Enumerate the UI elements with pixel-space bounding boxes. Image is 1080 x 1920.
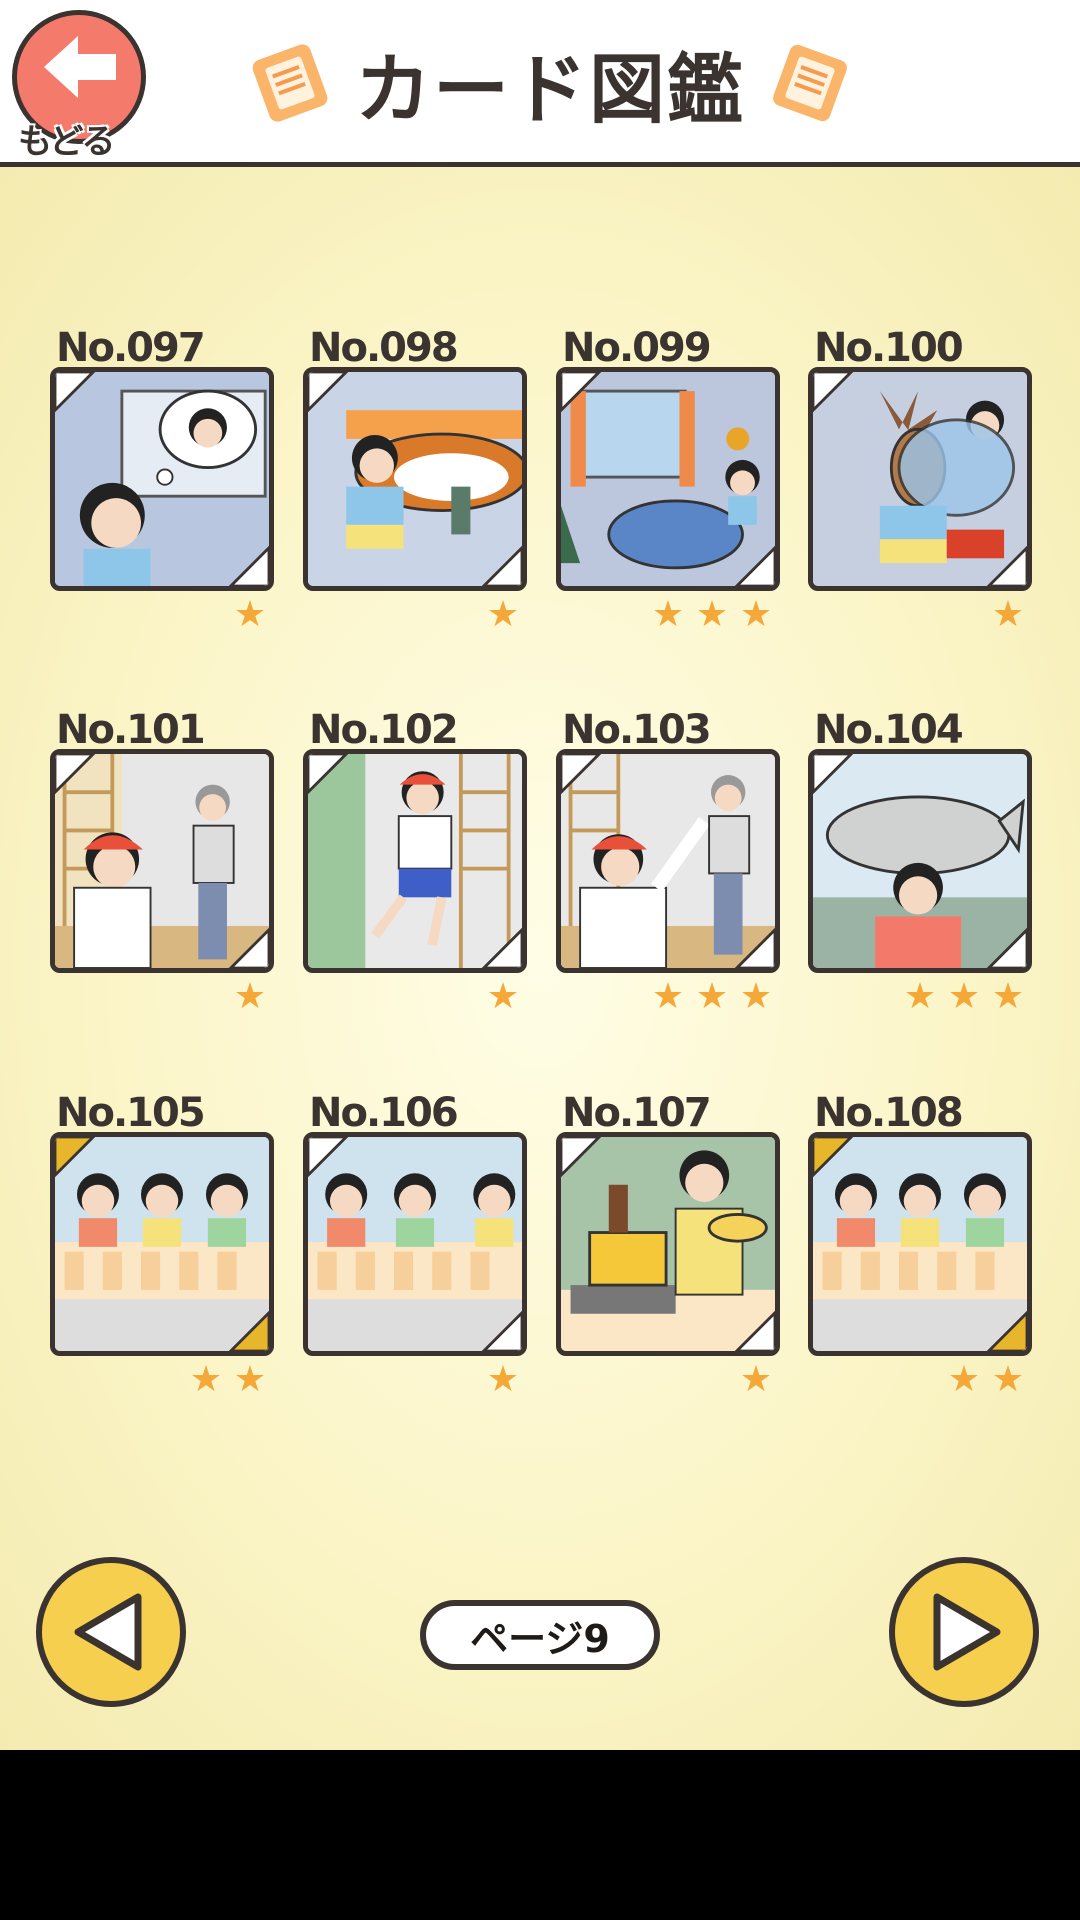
card-number: No.099	[562, 325, 712, 371]
card-number: No.104	[814, 707, 964, 753]
star-icon: ★	[739, 594, 773, 635]
star-icon: ★	[947, 1359, 981, 1400]
card-icon	[773, 44, 847, 122]
card-illustration	[55, 372, 269, 586]
star-icon: ★	[947, 976, 981, 1017]
star-icon: ★	[189, 1359, 223, 1400]
card-number: No.102	[309, 707, 459, 753]
card-number: No.101	[56, 707, 206, 753]
card-thumbnail[interactable]	[303, 749, 527, 973]
star-icon: ★	[903, 976, 937, 1017]
star-rating: ★	[990, 597, 1026, 633]
card-thumbnail[interactable]	[50, 749, 274, 973]
star-icon: ★	[233, 976, 267, 1017]
star-icon: ★	[233, 594, 267, 635]
card-number: No.103	[562, 707, 712, 753]
system-nav-bar	[0, 1750, 1080, 1920]
star-icon: ★	[651, 976, 685, 1017]
page-title: カード図鑑	[355, 45, 745, 134]
star-rating: ★ ★ ★	[650, 979, 774, 1015]
card-thumbnail[interactable]	[808, 1132, 1032, 1356]
star-rating: ★	[485, 1362, 521, 1398]
card-thumbnail[interactable]	[556, 1132, 780, 1356]
card-illustration	[55, 754, 269, 968]
page-title-group: カード図鑑	[240, 28, 860, 138]
star-icon: ★	[739, 1359, 773, 1400]
header-bar: もどる カード図鑑	[0, 0, 1080, 167]
card-number: No.098	[309, 325, 459, 371]
card-icon	[252, 44, 328, 122]
page-indicator: ページ9	[420, 1600, 660, 1670]
card-illustration	[55, 1137, 269, 1351]
star-rating: ★	[485, 597, 521, 633]
triangle-left-icon	[74, 1593, 142, 1671]
star-rating: ★ ★	[188, 1362, 268, 1398]
card-thumbnail[interactable]	[808, 367, 1032, 591]
star-rating: ★ ★ ★	[902, 979, 1026, 1015]
card-illustration	[308, 754, 522, 968]
card-illustration	[561, 1137, 775, 1351]
card-illustration	[813, 1137, 1027, 1351]
star-icon: ★	[991, 976, 1025, 1017]
star-rating: ★	[738, 1362, 774, 1398]
card-illustration	[308, 1137, 522, 1351]
star-icon: ★	[651, 594, 685, 635]
back-button[interactable]: もどる	[12, 10, 154, 163]
arrow-left-icon	[44, 36, 116, 98]
card-illustration	[813, 754, 1027, 968]
card-thumbnail[interactable]	[556, 367, 780, 591]
star-rating: ★ ★	[946, 1362, 1026, 1398]
card-number: No.105	[56, 1090, 206, 1136]
star-rating: ★	[232, 597, 268, 633]
star-rating: ★	[232, 979, 268, 1015]
star-rating: ★ ★ ★	[650, 597, 774, 633]
back-label: もどる	[17, 121, 116, 163]
card-number: No.108	[814, 1090, 964, 1136]
card-thumbnail[interactable]	[808, 749, 1032, 973]
card-thumbnail[interactable]	[556, 749, 780, 973]
card-illustration	[308, 372, 522, 586]
card-illustration	[561, 372, 775, 586]
triangle-right-icon	[933, 1593, 1001, 1671]
card-thumbnail[interactable]	[50, 367, 274, 591]
star-icon: ★	[486, 594, 520, 635]
star-icon: ★	[739, 976, 773, 1017]
star-icon: ★	[991, 594, 1025, 635]
star-icon: ★	[486, 1359, 520, 1400]
card-thumbnail[interactable]	[303, 1132, 527, 1356]
next-page-button[interactable]	[889, 1557, 1039, 1707]
star-icon: ★	[486, 976, 520, 1017]
card-number: No.097	[56, 325, 206, 371]
card-illustration	[813, 372, 1027, 586]
card-number: No.107	[562, 1090, 712, 1136]
star-icon: ★	[695, 594, 729, 635]
prev-page-button[interactable]	[36, 1557, 186, 1707]
star-rating: ★	[485, 979, 521, 1015]
card-illustration	[561, 754, 775, 968]
card-thumbnail[interactable]	[50, 1132, 274, 1356]
card-number: No.100	[814, 325, 964, 371]
card-thumbnail[interactable]	[303, 367, 527, 591]
star-icon: ★	[233, 1359, 267, 1400]
star-icon: ★	[695, 976, 729, 1017]
card-number: No.106	[309, 1090, 459, 1136]
star-icon: ★	[991, 1359, 1025, 1400]
